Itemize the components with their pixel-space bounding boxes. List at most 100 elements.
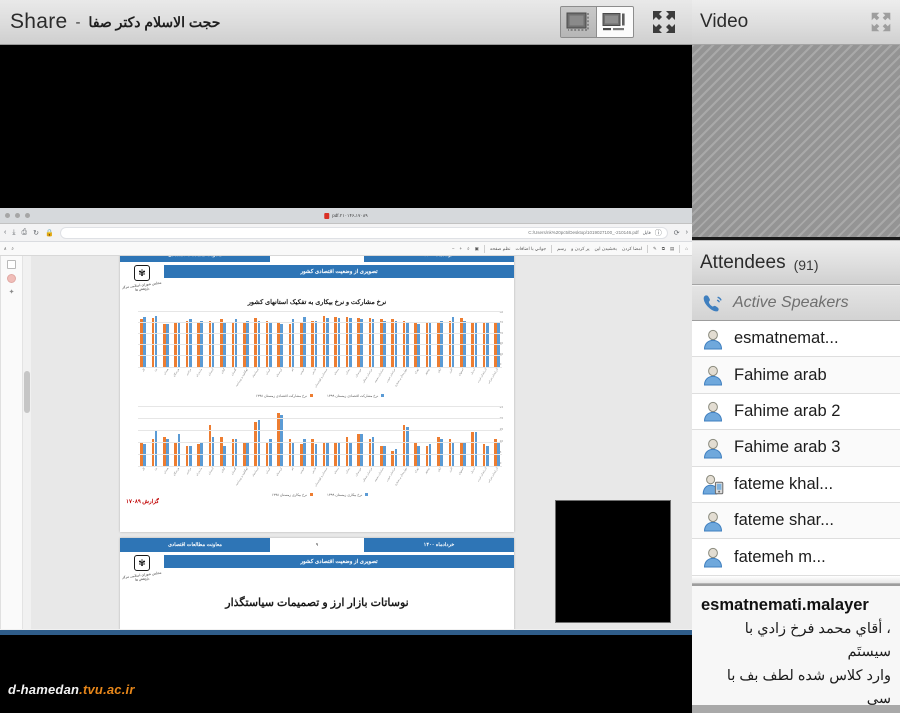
chart-bar xyxy=(288,323,292,367)
shared-screen-stage[interactable]: ۱۷۰۸۹ـ۲۱۰۱۴۶.pdf ‹ ⤓ ⎙ ↻ 🔒 C:/Users/nk%2… xyxy=(0,45,692,713)
chart-bar xyxy=(154,316,158,367)
expand-icon[interactable] xyxy=(644,5,684,39)
rail-highlight-icon[interactable] xyxy=(7,274,16,283)
chart-bar xyxy=(326,318,329,367)
user-icon xyxy=(702,546,724,568)
attendee-list[interactable]: esmatnemat... Fahime arab Fahime arab 2 … xyxy=(692,321,900,576)
pdf-tool-draw[interactable]: رسم xyxy=(557,246,566,252)
chart-bar xyxy=(357,318,360,367)
reload-icon[interactable]: ⟳ xyxy=(674,229,680,237)
chart-participation: 50403020100 آذربایجان شرقیآذربایجان غربی… xyxy=(138,310,503,398)
slide2-band-text: تصویری از وضعیت اقتصادی کشور xyxy=(300,558,378,565)
chart-bar-group xyxy=(208,424,215,466)
side-by-side-view-icon[interactable] xyxy=(597,7,633,37)
pdf-tool-organize[interactable]: نظم صفحه xyxy=(490,246,511,252)
pdf-tool-rail[interactable]: ✦ xyxy=(0,256,22,629)
chart-bar xyxy=(482,443,486,466)
browser-tabstrip[interactable]: ۱۷۰۸۹ـ۲۱۰۱۴۶.pdf xyxy=(0,208,692,224)
pdf-tool-home-icon[interactable]: ⌂ xyxy=(685,246,688,251)
chart-bar-group xyxy=(322,316,329,367)
download-icon[interactable]: ⤓ xyxy=(12,229,15,237)
forward-icon[interactable]: › xyxy=(686,229,688,236)
browser-navbar[interactable]: ‹ ⤓ ⎙ ↻ 🔒 C:/Users/nk%20pc5/Desktop/1019… xyxy=(0,224,692,242)
list-item[interactable]: Fahime arab xyxy=(692,357,900,394)
active-speakers-row[interactable]: Active Speakers xyxy=(692,285,900,321)
view-mode-toggle-group[interactable] xyxy=(560,6,634,38)
user-icon xyxy=(702,328,724,350)
list-item[interactable]: Fahime arab 2 xyxy=(692,393,900,431)
browser-tab[interactable]: ۱۷۰۸۹ـ۲۱۰۱۴۶.pdf xyxy=(324,212,368,219)
attendee-name: Fahime arab 3 xyxy=(734,438,841,457)
chart-xtick-label: اردبیل xyxy=(470,466,477,474)
chart-bar xyxy=(371,319,375,367)
pdf-tool-pages-icon[interactable]: ⧉ xyxy=(662,246,665,251)
chart-bar xyxy=(234,319,238,367)
single-view-icon[interactable] xyxy=(561,7,597,37)
pdf-toolbar[interactable]: ⌂ ▤ ⧉ ✎ امضا كردن بخشيدن اين پر كردن و ر… xyxy=(0,242,692,256)
chart-bar xyxy=(314,443,318,466)
chart-bar-group xyxy=(151,429,158,466)
pdf-zoom-in-button[interactable]: + xyxy=(459,246,462,251)
address-bar-file-tag: فايل xyxy=(642,229,651,235)
rotate-icon[interactable]: ↻ xyxy=(33,229,39,237)
chart-bar-group xyxy=(300,317,306,367)
chat-panel[interactable]: esmatnemati.malayer ، أقاي محمد فرخ زادي… xyxy=(692,583,900,705)
watermark-part1: d-hamedan xyxy=(8,682,80,697)
video-expand-icon[interactable] xyxy=(870,11,892,33)
pdf-search-icon[interactable]: ⌕ xyxy=(11,246,14,251)
list-item[interactable]: fateme khal... xyxy=(692,466,900,503)
chart-xtick-label: مازندران xyxy=(195,367,204,378)
legend-swatch-series1 xyxy=(380,393,385,398)
back-icon[interactable]: ‹ xyxy=(4,229,6,236)
pdf-tool-zoom-icon[interactable]: ⌕ xyxy=(467,246,470,251)
chart-bar xyxy=(360,434,363,466)
phone-icon xyxy=(702,294,724,312)
slide2-logo-caption: مجلس شورای اسلامی مرکز پژوهش ها xyxy=(121,570,162,583)
slide2-date: خردادماه ۱۴۰۰ xyxy=(423,542,455,548)
chart-xtick-label: لرستان xyxy=(207,466,215,475)
info-icon[interactable]: ⓘ xyxy=(655,228,662,238)
chart-xtick-label: کهگیلویه و بویراحمد xyxy=(234,367,249,387)
print-icon[interactable]: ⎙ xyxy=(21,229,27,237)
pdf-zoom-out-button[interactable]: − xyxy=(452,246,455,251)
pdf-scrollbar[interactable] xyxy=(22,256,31,629)
pdf-tool-edit[interactable]: جواني با اضافات xyxy=(516,246,547,252)
video-placeholder[interactable] xyxy=(692,45,900,240)
list-item[interactable]: fateme shar... xyxy=(692,502,900,540)
pdf-tool-fill[interactable]: پر كردن و xyxy=(571,246,589,252)
chat-message-line: وارد كلاس شده لطف بف با سي xyxy=(726,667,891,705)
parliament-logo-icon: ✾ xyxy=(134,265,150,281)
chart-xtick-label: کهگیلویه و بویراحمد xyxy=(234,466,249,486)
chart-bar-group xyxy=(425,443,432,466)
chart-bar-group xyxy=(357,434,363,466)
chart-bar xyxy=(485,446,489,466)
list-item[interactable]: Fahime arab 3 xyxy=(692,430,900,467)
list-item[interactable]: fatemeh m... xyxy=(692,539,900,576)
list-item[interactable]: esmatnemat... xyxy=(692,321,900,358)
chart-xtick-label: قزوین xyxy=(299,367,306,375)
chart-xtick-label: خراسان جنوبی xyxy=(385,367,397,383)
pdf-tool-comment-icon[interactable]: ✎ xyxy=(653,246,657,252)
chart-bar-group xyxy=(345,317,352,367)
divider xyxy=(679,244,681,253)
chart-xtick-label: آذربایجان شرقی xyxy=(487,367,499,384)
slide1-band-row: تصویری از وضعیت اقتصادی کشور ✾ مجلس شورا… xyxy=(120,262,514,292)
pdf-scrollbar-thumb[interactable] xyxy=(24,371,30,413)
rail-more-icon[interactable]: ✦ xyxy=(9,288,15,296)
chart-bar xyxy=(391,319,395,367)
chart-xtick-label: اصفهان xyxy=(457,367,465,376)
chart-xtick-label: البرز xyxy=(448,466,454,473)
rail-tool-icon[interactable] xyxy=(7,260,16,269)
attendee-list-scroll-edge[interactable] xyxy=(692,575,900,584)
chart-bar-group xyxy=(448,317,455,367)
pdf-tool-fit-icon[interactable]: ▣ xyxy=(475,246,479,252)
legend-swatch-series1 xyxy=(364,492,369,497)
pdf-tool-file-icon[interactable]: ▤ xyxy=(670,246,674,252)
chart-bar-group xyxy=(380,319,386,367)
chart-bar xyxy=(474,431,478,466)
pdf-tool-share[interactable]: بخشيدن اين xyxy=(595,246,617,252)
chart-xtick-label: فارس xyxy=(310,367,317,375)
address-bar[interactable]: C:/Users/nk%20pc5/Desktop/1019027100_-21… xyxy=(59,226,668,239)
chart-bar xyxy=(277,412,280,466)
pdf-tool-sign[interactable]: امضا كردن xyxy=(622,246,642,252)
